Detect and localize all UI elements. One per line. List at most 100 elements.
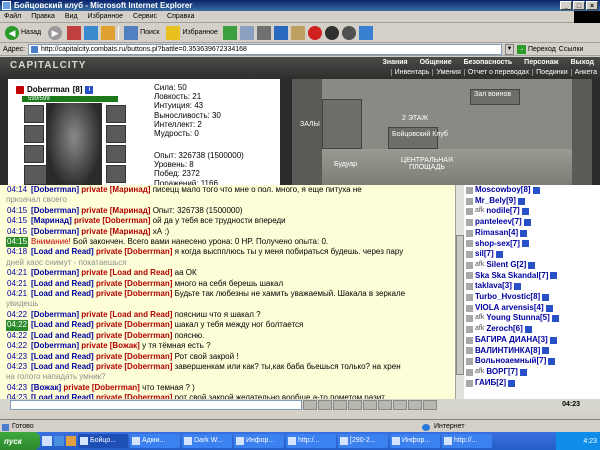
user-list-item[interactable]: Mr_Bely[9] xyxy=(466,196,600,207)
menu-tools[interactable]: Сервис xyxy=(133,13,157,20)
map-label-halls[interactable]: ЗАЛЫ xyxy=(300,121,320,128)
chat-sender[interactable]: [Load and Read] xyxy=(31,289,94,298)
menu-view[interactable]: Вид xyxy=(65,13,78,20)
nav-profile[interactable]: Анкета xyxy=(570,69,600,76)
taskbar-task[interactable]: http://... xyxy=(442,434,492,448)
chat-time[interactable]: 04:21 xyxy=(6,279,28,289)
scroll-thumb[interactable] xyxy=(456,235,464,375)
user-info-icon[interactable] xyxy=(513,283,521,291)
chat-time[interactable]: 04:22 xyxy=(6,320,29,331)
chat-time[interactable]: 04:15 xyxy=(6,216,28,226)
gloves-slot[interactable] xyxy=(106,125,126,143)
user-private-icon[interactable] xyxy=(466,315,473,323)
helmet-slot[interactable] xyxy=(24,105,44,123)
minimize-button[interactable]: _ xyxy=(560,1,572,10)
nav-exit[interactable]: Выход xyxy=(565,59,600,66)
weapon-slot[interactable] xyxy=(24,125,44,143)
user-info-icon[interactable] xyxy=(523,218,531,226)
user-nick[interactable]: Turbo_Hvostic[8] xyxy=(475,292,540,303)
nav-security[interactable]: Безопасность xyxy=(458,59,519,66)
taskbar-task[interactable]: Dark W... xyxy=(182,434,232,448)
maximize-button[interactable]: □ xyxy=(573,1,585,10)
user-list-item[interactable]: afk Silent G[2] xyxy=(466,260,600,271)
user-info-icon[interactable] xyxy=(508,379,516,387)
map-label-warriors-hall[interactable]: Зал воинов xyxy=(474,91,511,98)
chat-time[interactable]: 04:22 xyxy=(6,341,28,351)
user-list-item[interactable]: afk nodile[7] xyxy=(466,206,600,217)
user-list-item[interactable]: Moscowboy[8] xyxy=(466,185,600,196)
user-info-icon[interactable] xyxy=(548,358,556,366)
user-nick[interactable]: taklava[3] xyxy=(475,281,512,292)
menu-favorites[interactable]: Избранное xyxy=(88,13,123,20)
taskbar-task[interactable]: Бойцо... xyxy=(78,434,128,448)
print-icon[interactable] xyxy=(256,25,271,40)
user-nick[interactable]: Silent G[2] xyxy=(486,260,526,271)
user-info-icon[interactable] xyxy=(542,293,550,301)
discuss-icon[interactable] xyxy=(290,25,305,40)
history-icon[interactable] xyxy=(222,25,237,40)
nav-inventory[interactable]: Инвентарь xyxy=(390,69,433,76)
user-private-icon[interactable] xyxy=(466,336,473,344)
user-info-icon[interactable] xyxy=(545,304,553,312)
user-list-item[interactable]: Turbo_Hvostic[8] xyxy=(466,292,600,303)
user-info-icon[interactable] xyxy=(524,325,532,333)
chat-private-target[interactable]: private [Маринад] xyxy=(81,185,150,194)
user-nick[interactable]: Mr_Bely[9] xyxy=(475,196,516,207)
chat-private-target[interactable]: private [Doberrman] xyxy=(96,247,172,256)
chat-time[interactable]: 04:21 xyxy=(6,268,28,278)
taskbar-task[interactable]: http:/... xyxy=(286,434,336,448)
user-private-icon[interactable] xyxy=(466,368,473,376)
user-list-item[interactable]: afk Zeroch[6] xyxy=(466,324,600,335)
users-icon[interactable] xyxy=(408,400,422,410)
user-nick[interactable]: Вольноаемный[7] xyxy=(475,356,546,367)
menu-file[interactable]: Файл xyxy=(4,13,21,20)
user-nick[interactable]: Rimasan[4] xyxy=(475,228,518,239)
user-private-icon[interactable] xyxy=(466,283,473,291)
user-private-icon[interactable] xyxy=(466,358,473,366)
nav-character[interactable]: Персонаж xyxy=(518,59,564,66)
chat-sender[interactable]: [Doberrman] xyxy=(31,206,79,215)
user-list-item[interactable]: ГАИБ[2] xyxy=(466,378,600,389)
back-button[interactable]: ◀ Назад xyxy=(3,25,43,41)
search-button[interactable]: Поиск xyxy=(122,25,161,41)
chat-sender[interactable]: [Load and Read] xyxy=(31,352,94,361)
chat-sender[interactable]: [Doberrman] xyxy=(31,185,79,194)
user-private-icon[interactable] xyxy=(466,379,473,387)
taskbar-task[interactable]: Инфор... xyxy=(390,434,440,448)
user-private-icon[interactable] xyxy=(466,304,473,312)
chat-sender[interactable]: [Load and Read] xyxy=(31,331,94,340)
quicklaunch-folder-icon[interactable] xyxy=(66,436,76,446)
user-list-item[interactable]: Ska Ska Skandal[7] xyxy=(466,271,600,282)
chat-sender[interactable]: [Маринад] xyxy=(31,216,72,225)
user-nick[interactable]: ГАИБ[2] xyxy=(475,378,506,389)
plugin-icon[interactable] xyxy=(341,25,356,40)
chat-private-target[interactable]: private [Doberrman] xyxy=(63,383,139,392)
chat-time[interactable]: 04:14 xyxy=(6,185,28,195)
chat-scrollbar[interactable] xyxy=(455,185,464,399)
chat-input[interactable] xyxy=(10,400,302,410)
user-nick[interactable]: VIOLA arvensis[4] xyxy=(475,303,544,314)
user-info-icon[interactable] xyxy=(495,251,503,259)
user-private-icon[interactable] xyxy=(466,272,473,280)
armor-slot[interactable] xyxy=(24,145,44,163)
user-private-icon[interactable] xyxy=(466,347,473,355)
chat-private-target[interactable]: private [Doberrman] xyxy=(96,352,172,361)
user-nick[interactable]: panteleev[7] xyxy=(475,217,522,228)
user-private-icon[interactable] xyxy=(466,293,473,301)
chat-private-target[interactable]: private [Doberrman] xyxy=(96,279,172,288)
close-button[interactable]: × xyxy=(586,1,598,10)
chat-private-target[interactable]: private [Doberrman] xyxy=(96,331,172,340)
menu-edit[interactable]: Правка xyxy=(31,13,55,20)
chat-private-target[interactable]: private [Doberrman] xyxy=(96,320,172,329)
user-private-icon[interactable] xyxy=(466,218,473,226)
user-info-icon[interactable] xyxy=(521,240,529,248)
chat-private-target[interactable]: private [Doberrman] xyxy=(96,289,172,298)
start-button[interactable]: пуск xyxy=(0,432,40,450)
shield-slot[interactable] xyxy=(106,145,126,163)
quicklaunch-ie-icon[interactable] xyxy=(54,436,64,446)
chat-sender[interactable]: [Doberrman] xyxy=(31,341,79,350)
user-list-item[interactable]: taklava[3] xyxy=(466,281,600,292)
taskbar-task[interactable]: Адми... xyxy=(130,434,180,448)
address-dropdown-icon[interactable]: ▼ xyxy=(504,43,514,55)
info-icon[interactable]: i xyxy=(85,85,94,94)
